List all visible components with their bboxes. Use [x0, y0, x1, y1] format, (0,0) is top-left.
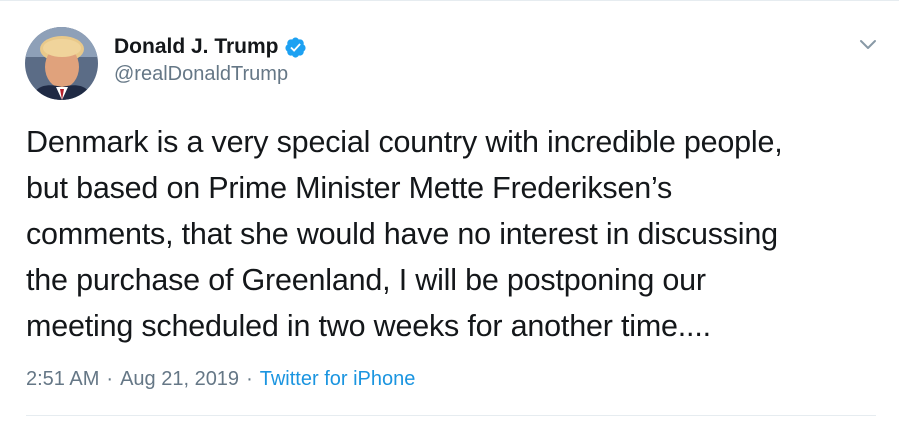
- name-row: Donald J. Trump: [114, 35, 307, 59]
- tweet-card: Donald J. Trump @realDonaldTrump Denmark…: [0, 0, 899, 432]
- tweet-date[interactable]: Aug 21, 2019: [120, 368, 239, 390]
- avatar-image: [25, 27, 98, 100]
- separator: ·: [246, 368, 253, 390]
- author-info[interactable]: Donald J. Trump @realDonaldTrump: [114, 35, 307, 86]
- chevron-down-icon[interactable]: [856, 35, 880, 55]
- tweet-time[interactable]: 2:51 AM: [26, 368, 99, 390]
- separator: ·: [106, 368, 114, 390]
- verified-badge-icon: [284, 36, 307, 59]
- tweet-meta: 2:51 AM · Aug 21, 2019 · Twitter for iPhone: [26, 367, 415, 391]
- handle[interactable]: @realDonaldTrump: [114, 62, 307, 86]
- avatar[interactable]: [25, 27, 98, 100]
- display-name[interactable]: Donald J. Trump: [114, 35, 279, 59]
- tweet-source-link[interactable]: Twitter for iPhone: [260, 368, 416, 390]
- tweet-text: Denmark is a very special country with i…: [26, 125, 783, 343]
- divider: [26, 415, 876, 416]
